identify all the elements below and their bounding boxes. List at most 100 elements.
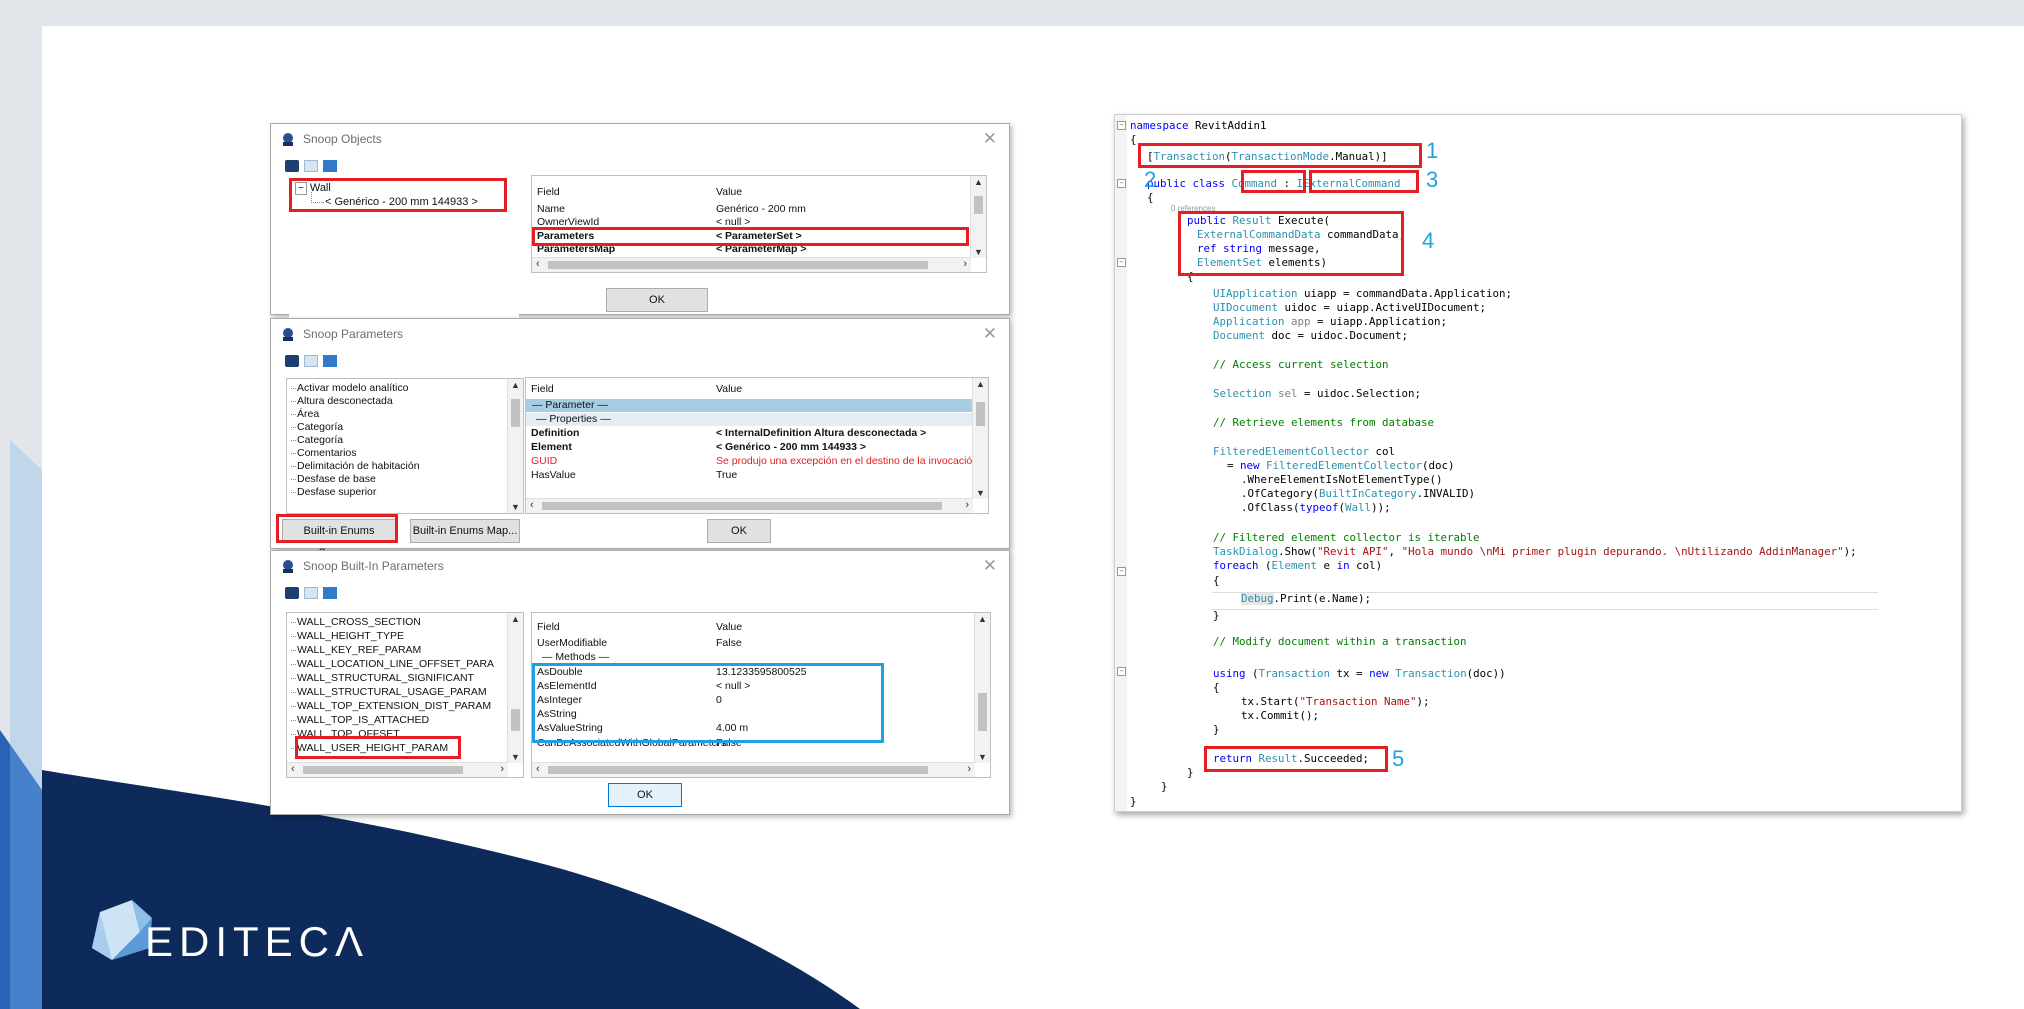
horizontal-scrollbar[interactable]: ‹ › xyxy=(287,762,508,777)
field-canbeassociated[interactable]: CanBeAssociatedWithGlobalParameters xyxy=(537,737,726,749)
field-name[interactable]: Name xyxy=(537,203,565,215)
list-item[interactable]: WALL_KEY_REF_PARAM xyxy=(290,644,421,656)
preview-icon[interactable] xyxy=(304,586,318,599)
list-item[interactable]: WALL_HEIGHT_TYPE xyxy=(291,630,404,642)
code-line[interactable]: { xyxy=(1213,681,1220,694)
code-line[interactable]: public class Command : IExternalCommand xyxy=(1147,177,1401,190)
value-hasvalue[interactable]: True xyxy=(716,469,737,481)
code-line[interactable]: } xyxy=(1130,795,1137,808)
code-line[interactable]: { xyxy=(1213,574,1220,587)
print-icon[interactable] xyxy=(285,354,299,367)
list-item[interactable]: Activar modelo analítico xyxy=(290,382,408,394)
list-item[interactable]: WALL_STRUCTURAL_SIGNIFICANT xyxy=(291,672,474,684)
code-comment[interactable]: // Access current selection xyxy=(1213,358,1389,371)
code-line[interactable]: foreach (Element e in col) xyxy=(1213,559,1382,572)
vertical-scrollbar[interactable]: ▲ ▼ xyxy=(972,378,988,499)
code-line[interactable]: tx.Commit(); xyxy=(1241,709,1319,722)
code-line[interactable]: .OfClass(typeof(Wall)); xyxy=(1241,501,1391,514)
code-line[interactable]: using (Transaction tx = new Transaction(… xyxy=(1213,667,1506,680)
code-line[interactable]: { xyxy=(1187,270,1194,283)
ok-button[interactable]: OK xyxy=(608,783,682,807)
list-item[interactable]: WALL_CROSS_SECTION xyxy=(291,616,421,628)
value-asvaluestring[interactable]: 4.00 m xyxy=(716,722,748,734)
list-item[interactable]: WALL_TOP_IS_ATTACHED xyxy=(290,714,429,726)
copy-icon[interactable] xyxy=(323,354,337,367)
code-line[interactable]: .WhereElementIsNotElementType() xyxy=(1241,473,1443,486)
code-comment[interactable]: // Modify document within a transaction xyxy=(1213,635,1467,648)
fold-icon[interactable]: − xyxy=(1117,121,1126,130)
preview-icon[interactable] xyxy=(304,354,318,367)
tree-item-wall[interactable]: < Genérico - 200 mm 144933 > xyxy=(325,196,478,208)
code-line[interactable]: } xyxy=(1161,780,1168,793)
code-comment[interactable]: // Filtered element collector is iterabl… xyxy=(1213,531,1480,544)
value-ownerviewid[interactable]: < null > xyxy=(716,216,750,228)
code-line[interactable]: Document doc = uidoc.Document; xyxy=(1213,329,1408,342)
fold-icon[interactable]: − xyxy=(1117,667,1126,676)
list-item[interactable]: Categoría xyxy=(290,421,343,433)
horizontal-scrollbar[interactable]: ‹ › xyxy=(532,762,975,777)
copy-icon[interactable] xyxy=(323,586,337,599)
list-item[interactable]: WALL_TOP_OFFSET xyxy=(291,728,400,740)
list-item[interactable]: Desfase de base xyxy=(291,473,376,485)
builtin-enums-snoop-button[interactable]: Built-in Enums Snoop... xyxy=(282,519,396,559)
field-aselementid[interactable]: AsElementId xyxy=(537,680,597,692)
field-parametersmap[interactable]: ParametersMap xyxy=(537,243,615,255)
vertical-scrollbar[interactable]: ▲ ▼ xyxy=(974,613,990,763)
vertical-scrollbar[interactable]: ▲ ▼ xyxy=(507,379,523,513)
field-asdouble[interactable]: AsDouble xyxy=(537,666,583,678)
vertical-scrollbar[interactable]: ▲ ▼ xyxy=(507,613,523,763)
code-line[interactable]: UIDocument uidoc = uiapp.ActiveUIDocumen… xyxy=(1213,301,1486,314)
value-aselementid[interactable]: < null > xyxy=(716,680,750,692)
list-item[interactable]: WALL_STRUCTURAL_USAGE_PARAM xyxy=(291,686,487,698)
field-asstring[interactable]: AsString xyxy=(537,708,577,720)
value-definition[interactable]: < InternalDefinition Altura desconectada… xyxy=(716,427,926,439)
code-line[interactable]: Application app = uiapp.Application; xyxy=(1213,315,1447,328)
code-line[interactable]: FilteredElementCollector col xyxy=(1213,445,1395,458)
vertical-scrollbar[interactable]: ▲ ▼ xyxy=(970,176,986,258)
print-icon[interactable] xyxy=(285,159,299,172)
field-definition[interactable]: Definition xyxy=(531,427,579,439)
list-item[interactable]: WALL_TOP_EXTENSION_DIST_PARAM xyxy=(290,700,491,712)
fold-icon[interactable]: − xyxy=(1117,179,1126,188)
field-hasvalue[interactable]: HasValue xyxy=(531,469,576,481)
builtin-enums-map-button[interactable]: Built-in Enums Map... xyxy=(410,519,520,543)
horizontal-scrollbar[interactable]: ‹ › xyxy=(532,257,971,272)
code-line[interactable]: [Transaction(TransactionMode.Manual)] xyxy=(1147,150,1388,163)
close-icon[interactable]: ✕ xyxy=(983,324,997,344)
list-item[interactable]: Altura desconectada xyxy=(291,395,393,407)
list-item[interactable]: Categoría xyxy=(290,434,343,446)
code-line[interactable]: ref string message, xyxy=(1197,242,1321,255)
code-line[interactable]: { xyxy=(1130,133,1137,146)
fold-icon[interactable]: − xyxy=(1117,258,1126,267)
list-item-selected[interactable]: WALL_USER_HEIGHT_PARAM xyxy=(290,742,448,754)
close-icon[interactable]: ✕ xyxy=(983,129,997,149)
code-line[interactable]: ElementSet elements) xyxy=(1197,256,1327,269)
list-item[interactable]: WALL_LOCATION_LINE_OFFSET_PARA xyxy=(290,658,494,670)
code-line[interactable]: } xyxy=(1213,609,1220,622)
code-line[interactable]: } xyxy=(1187,766,1194,779)
close-icon[interactable]: ✕ xyxy=(983,556,997,576)
value-element[interactable]: < Genérico - 200 mm 144933 > xyxy=(716,441,866,453)
ok-button[interactable]: OK xyxy=(606,288,708,312)
field-asvaluestring[interactable]: AsValueString xyxy=(537,722,603,734)
list-item[interactable]: Área xyxy=(290,408,319,420)
ok-button[interactable]: OK xyxy=(707,519,771,543)
code-line[interactable]: public Result Execute( xyxy=(1187,214,1330,227)
code-comment[interactable]: // Retrieve elements from database xyxy=(1213,416,1434,429)
value-guid[interactable]: Se produjo una excepción en el destino d… xyxy=(716,455,981,467)
field-parameters[interactable]: Parameters xyxy=(537,230,594,242)
value-parametersmap[interactable]: < ParameterMap > xyxy=(716,243,806,255)
value-asinteger[interactable]: 0 xyxy=(716,694,722,706)
code-line[interactable]: Selection sel = uidoc.Selection; xyxy=(1213,387,1421,400)
print-icon[interactable] xyxy=(285,586,299,599)
list-item[interactable]: Desfase superior xyxy=(290,486,376,498)
code-line[interactable]: } xyxy=(1213,723,1220,736)
fold-icon[interactable]: − xyxy=(1117,567,1126,576)
field-asinteger[interactable]: AsInteger xyxy=(537,694,582,706)
list-item[interactable]: Comentarios xyxy=(291,447,357,459)
preview-icon[interactable] xyxy=(304,159,318,172)
code-line[interactable]: = new FilteredElementCollector(doc) xyxy=(1227,459,1455,472)
code-line[interactable]: return Result.Succeeded; xyxy=(1213,752,1369,765)
value-name[interactable]: Genérico - 200 mm xyxy=(716,203,806,215)
field-ownerviewid[interactable]: OwnerViewId xyxy=(537,216,599,228)
